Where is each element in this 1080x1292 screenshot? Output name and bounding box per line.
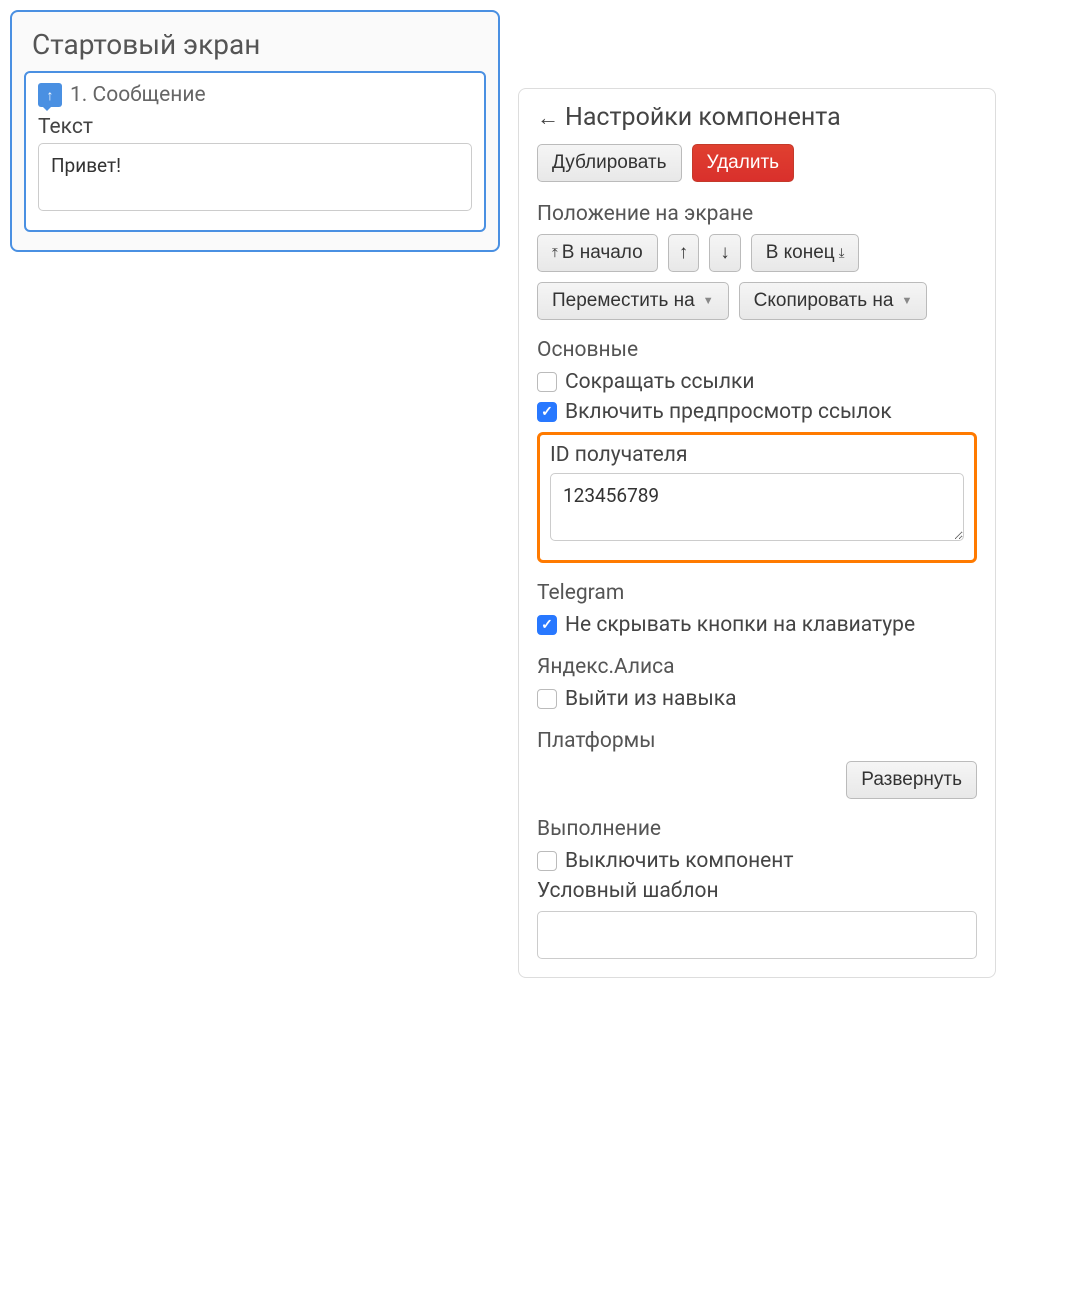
screen-title: Стартовый экран — [24, 28, 486, 61]
exit-skill-checkbox[interactable] — [537, 689, 557, 709]
duplicate-button[interactable]: Дублировать — [537, 144, 682, 182]
arrow-top-icon: ⤒ — [552, 245, 558, 261]
position-title: Положение на экране — [537, 202, 977, 226]
exit-skill-label: Выйти из навыка — [565, 687, 737, 711]
message-component-card[interactable]: 1. Сообщение Текст — [24, 71, 486, 232]
component-settings-panel: ← Настройки компонента Дублировать Удали… — [518, 88, 996, 978]
platforms-section: Платформы Развернуть — [537, 729, 977, 799]
back-arrow-icon[interactable]: ← — [537, 105, 559, 131]
enable-preview-label: Включить предпросмотр ссылок — [565, 400, 892, 424]
exit-skill-row: Выйти из навыка — [537, 687, 977, 711]
execution-section: Выполнение Выключить компонент Условный … — [537, 817, 977, 959]
move-down-button[interactable]: ↓ — [709, 234, 741, 272]
enable-preview-row: Включить предпросмотр ссылок — [537, 400, 977, 424]
settings-header: ← Настройки компонента — [537, 103, 977, 132]
shorten-links-checkbox[interactable] — [537, 372, 557, 392]
position-section: Положение на экране ⤒ В начало ↑ ↓ В кон… — [537, 202, 977, 320]
disable-component-row: Выключить компонент — [537, 849, 977, 873]
keep-buttons-label: Не скрывать кнопки на клавиатуре — [565, 613, 915, 637]
copy-to-dropdown[interactable]: Скопировать на ▼ — [739, 282, 928, 320]
arrow-bottom-icon: ⤓ — [839, 245, 845, 261]
platforms-title: Платформы — [537, 729, 977, 753]
alisa-section: Яндекс.Алиса Выйти из навыка — [537, 655, 977, 711]
move-to-start-button[interactable]: ⤒ В начало — [537, 234, 658, 272]
start-screen-panel: Стартовый экран 1. Сообщение Текст — [10, 10, 500, 252]
alisa-title: Яндекс.Алиса — [537, 655, 977, 679]
template-input[interactable] — [537, 911, 977, 959]
move-up-button[interactable]: ↑ — [668, 234, 700, 272]
message-text-input[interactable] — [38, 143, 472, 211]
keep-buttons-checkbox[interactable] — [537, 615, 557, 635]
telegram-section: Telegram Не скрывать кнопки на клавиатур… — [537, 581, 977, 637]
move-to-end-button[interactable]: В конец ⤓ — [751, 234, 860, 272]
shorten-links-row: Сокращать ссылки — [537, 370, 977, 394]
recipient-id-highlight: ID получателя — [537, 432, 977, 563]
template-label: Условный шаблон — [537, 879, 977, 903]
settings-title: Настройки компонента — [565, 103, 841, 132]
main-section: Основные Сокращать ссылки Включить предп… — [537, 338, 977, 563]
keep-buttons-row: Не скрывать кнопки на клавиатуре — [537, 613, 977, 637]
main-title: Основные — [537, 338, 977, 362]
shorten-links-label: Сокращать ссылки — [565, 370, 754, 394]
disable-component-checkbox[interactable] — [537, 851, 557, 871]
execution-title: Выполнение — [537, 817, 977, 841]
message-send-icon — [38, 83, 62, 107]
disable-component-label: Выключить компонент — [565, 849, 794, 873]
expand-button[interactable]: Развернуть — [846, 761, 977, 799]
enable-preview-checkbox[interactable] — [537, 402, 557, 422]
delete-button[interactable]: Удалить — [692, 144, 795, 182]
text-field-label: Текст — [38, 115, 472, 139]
component-header: 1. Сообщение — [38, 83, 472, 107]
component-title: 1. Сообщение — [70, 83, 206, 107]
telegram-title: Telegram — [537, 581, 977, 605]
move-to-dropdown[interactable]: Переместить на ▼ — [537, 282, 729, 320]
recipient-id-input[interactable] — [550, 473, 964, 541]
chevron-down-icon: ▼ — [703, 295, 714, 307]
recipient-id-label: ID получателя — [550, 443, 964, 467]
chevron-down-icon: ▼ — [901, 295, 912, 307]
